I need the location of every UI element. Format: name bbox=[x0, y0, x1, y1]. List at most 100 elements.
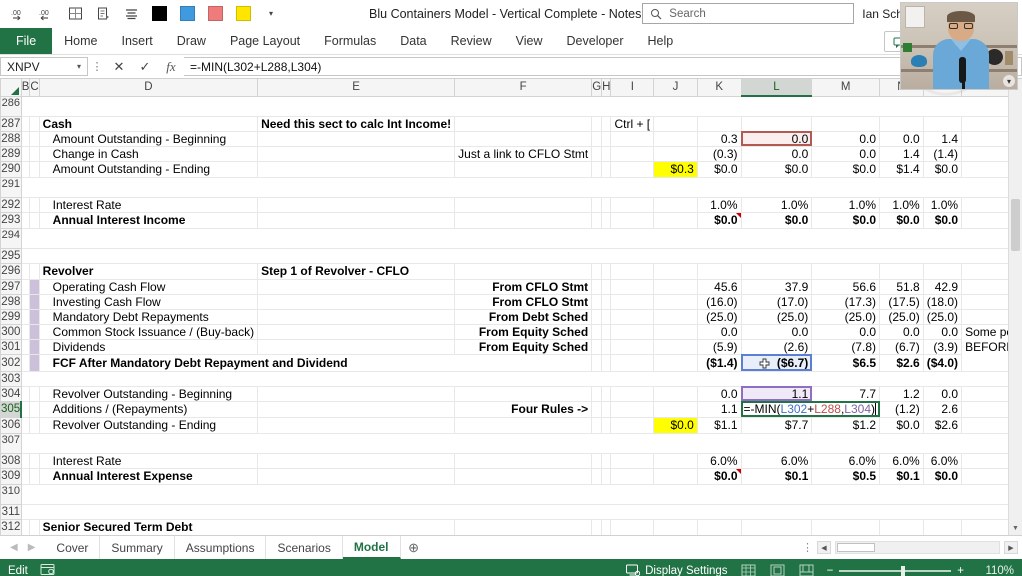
cell-D300[interactable]: Common Stock Issuance / (Buy-back) bbox=[39, 324, 259, 340]
row-header-296[interactable]: 296 bbox=[0, 262, 22, 280]
cell-M290[interactable]: $0.0 bbox=[811, 160, 880, 178]
cell-L300[interactable]: 0.0 bbox=[741, 324, 813, 340]
cell-O288[interactable]: 1.4 bbox=[923, 131, 963, 147]
cell-O312[interactable] bbox=[923, 519, 963, 535]
cell-D312[interactable]: Senior Secured Term Debt bbox=[39, 519, 456, 535]
insert-function-icon[interactable]: fx bbox=[158, 57, 184, 77]
column-header-D[interactable]: D bbox=[38, 79, 259, 97]
align-icon[interactable] bbox=[118, 3, 144, 25]
row-header-308[interactable]: 308 bbox=[0, 452, 22, 469]
row-header-311[interactable]: 311 bbox=[0, 503, 22, 520]
cell-K301[interactable]: (5.9) bbox=[697, 339, 742, 355]
cell-L287[interactable] bbox=[741, 116, 813, 132]
row-header-291[interactable]: 291 bbox=[0, 176, 22, 198]
cell-H305[interactable] bbox=[601, 401, 612, 418]
tab-file[interactable]: File bbox=[0, 28, 53, 54]
row-header-307[interactable]: 307 bbox=[0, 432, 22, 454]
row-header-299[interactable]: 299 bbox=[0, 308, 22, 325]
cell-J299[interactable] bbox=[653, 309, 698, 325]
chevron-down-icon[interactable]: ▾ bbox=[77, 62, 81, 71]
cell-E305[interactable] bbox=[257, 401, 456, 418]
zoom-slider-track[interactable] bbox=[839, 565, 952, 576]
cell-O301[interactable]: (3.9) bbox=[923, 339, 963, 355]
cell-G299[interactable] bbox=[591, 309, 603, 325]
cell-G297[interactable] bbox=[591, 279, 603, 295]
row-header-305[interactable]: 305 bbox=[0, 400, 23, 418]
cell-B312[interactable] bbox=[21, 519, 31, 535]
cell-N296[interactable] bbox=[879, 263, 924, 280]
cell-N297[interactable]: 51.8 bbox=[879, 279, 924, 295]
zoom-slider-knob[interactable] bbox=[901, 565, 906, 576]
tab-insert[interactable]: Insert bbox=[110, 28, 165, 54]
cell-J298[interactable] bbox=[653, 294, 698, 310]
cell-F292[interactable] bbox=[454, 197, 593, 213]
cell-H298[interactable] bbox=[601, 294, 612, 310]
tab-help[interactable]: Help bbox=[636, 28, 686, 54]
cell-C302[interactable] bbox=[29, 354, 40, 372]
cell-H300[interactable] bbox=[601, 324, 612, 340]
cell-E308[interactable] bbox=[257, 453, 456, 469]
row-header-304[interactable]: 304 bbox=[0, 385, 22, 402]
vertical-scrollbar[interactable]: ▲ ▼ bbox=[1008, 79, 1022, 535]
column-header-I[interactable]: I bbox=[610, 79, 655, 97]
cell-J305[interactable] bbox=[653, 401, 698, 418]
cell-K293[interactable]: $0.0 bbox=[697, 211, 742, 229]
cell-E301[interactable] bbox=[257, 339, 456, 355]
cell-O298[interactable]: (18.0) bbox=[923, 294, 963, 310]
cell-D298[interactable]: Investing Cash Flow bbox=[39, 294, 259, 310]
cell-K302[interactable]: ($1.4) bbox=[697, 353, 742, 372]
cell-G302[interactable] bbox=[591, 354, 603, 372]
cell-J306[interactable]: $0.0 bbox=[653, 417, 698, 434]
cell-M293[interactable]: $0.0 bbox=[811, 211, 880, 229]
cell-H304[interactable] bbox=[601, 386, 612, 402]
cancel-formula-button[interactable]: ✕ bbox=[106, 57, 132, 77]
cell-H288[interactable] bbox=[601, 131, 612, 147]
cell-M302[interactable]: $6.5 bbox=[811, 353, 880, 372]
cell-O304[interactable]: 0.0 bbox=[923, 386, 963, 402]
scroll-down-icon[interactable]: ▼ bbox=[1009, 521, 1022, 535]
cell-J308[interactable] bbox=[653, 453, 698, 469]
cell-G287[interactable] bbox=[591, 116, 603, 132]
cell-E296[interactable]: Step 1 of Revolver - CFLO bbox=[257, 263, 456, 280]
cell-J301[interactable] bbox=[653, 339, 698, 355]
sheet-next-icon[interactable]: ▶ bbox=[28, 542, 36, 553]
cell-D289[interactable]: Change in Cash bbox=[39, 146, 259, 162]
cell-L302[interactable]: ($6.7) bbox=[741, 354, 813, 372]
cell-N306[interactable]: $0.0 bbox=[879, 416, 924, 434]
cell-K305[interactable]: 1.1 bbox=[697, 401, 742, 418]
cell-B293[interactable] bbox=[21, 212, 31, 229]
cell-F306[interactable] bbox=[454, 417, 593, 434]
cell-C304[interactable] bbox=[29, 386, 40, 402]
cell-G290[interactable] bbox=[591, 161, 603, 178]
cell-B305[interactable] bbox=[21, 401, 31, 418]
page-layout-view-icon[interactable] bbox=[769, 563, 786, 576]
cell-E290[interactable] bbox=[257, 161, 456, 178]
cell-D292[interactable]: Interest Rate bbox=[39, 197, 259, 213]
cell-L296[interactable] bbox=[741, 263, 813, 280]
cell-J304[interactable] bbox=[653, 386, 698, 402]
cell-D297[interactable]: Operating Cash Flow bbox=[39, 279, 259, 295]
cell-D306[interactable]: Revolver Outstanding - Ending bbox=[39, 417, 259, 434]
cell-I304[interactable] bbox=[610, 386, 655, 402]
cell-I298[interactable] bbox=[610, 294, 655, 310]
cell-K287[interactable] bbox=[697, 116, 742, 132]
row-cells-311[interactable] bbox=[21, 504, 1022, 520]
cell-K298[interactable]: (16.0) bbox=[697, 294, 742, 310]
cell-M306[interactable]: $1.2 bbox=[811, 416, 880, 434]
cell-K292[interactable]: 1.0% bbox=[697, 197, 742, 213]
column-header-F[interactable]: F bbox=[454, 79, 593, 97]
cell-C288[interactable] bbox=[29, 131, 40, 147]
cell-N290[interactable]: $1.4 bbox=[879, 160, 924, 178]
cell-N308[interactable]: 6.0% bbox=[879, 453, 924, 469]
column-header-L[interactable]: L bbox=[740, 79, 813, 97]
row-header-297[interactable]: 297 bbox=[0, 278, 22, 295]
cell-L298[interactable]: (17.0) bbox=[741, 294, 813, 310]
tab-home[interactable]: Home bbox=[52, 28, 109, 54]
column-header-M[interactable]: M bbox=[811, 79, 880, 97]
cell-F296[interactable] bbox=[454, 263, 593, 280]
cell-L309[interactable]: $0.1 bbox=[741, 467, 813, 485]
row-header-286[interactable]: 286 bbox=[0, 95, 22, 117]
cell-G288[interactable] bbox=[591, 131, 603, 147]
cell-G289[interactable] bbox=[591, 146, 603, 162]
row-header-287[interactable]: 287 bbox=[0, 115, 22, 132]
